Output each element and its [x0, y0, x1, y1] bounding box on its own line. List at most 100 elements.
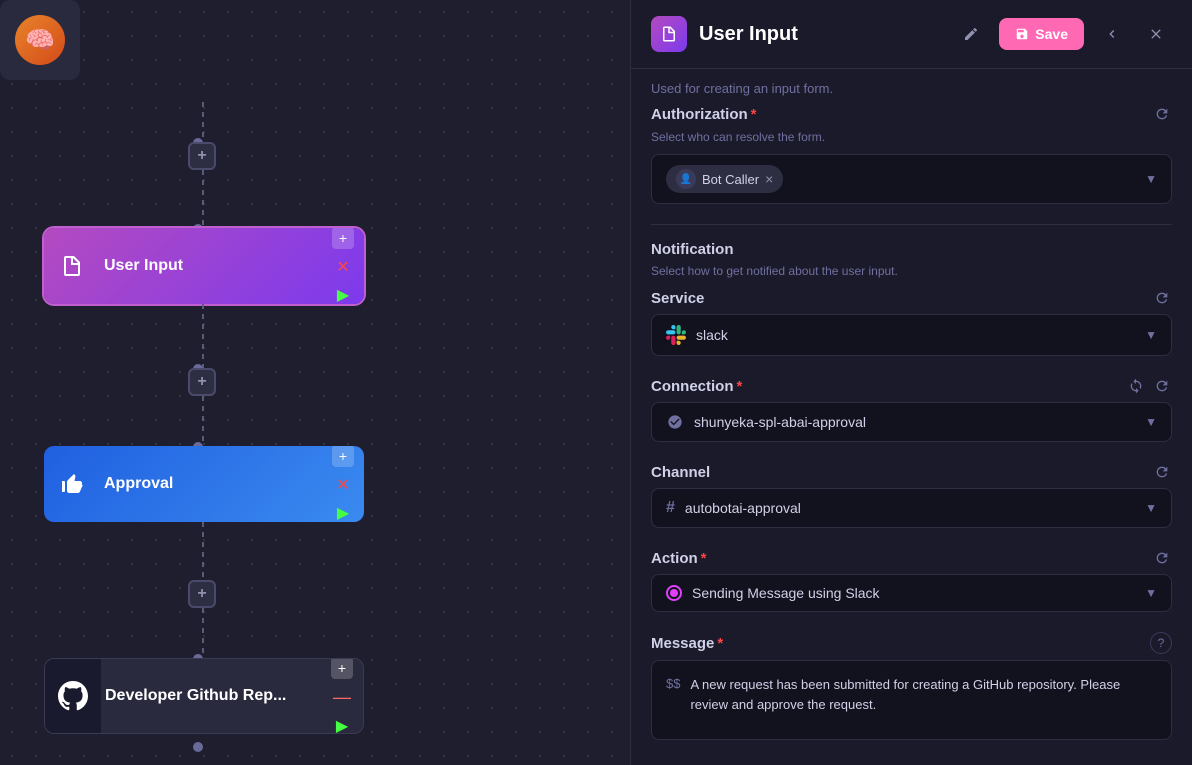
- right-panel: User Input Save Used for creating an inp…: [630, 0, 1192, 765]
- user-input-label: User Input: [100, 257, 332, 275]
- connector-6: [202, 608, 204, 658]
- connection-refresh-btn-1[interactable]: [1126, 376, 1146, 396]
- refresh-icon-2: [1154, 290, 1170, 306]
- github-add-btn[interactable]: +: [331, 658, 353, 679]
- action-select[interactable]: Sending Message using Slack ▼: [651, 574, 1172, 612]
- save-icon: [1015, 27, 1029, 41]
- connection-chevron: ▼: [1145, 415, 1157, 429]
- message-header: Message* ?: [651, 632, 1172, 654]
- panel-subtitle: Used for creating an input form.: [631, 69, 1192, 104]
- github-label: Developer Github Rep...: [101, 687, 331, 705]
- service-chevron: ▼: [1145, 328, 1157, 342]
- user-input-actions: + ✕ ▶: [332, 228, 364, 304]
- approval-actions: + ✕ ▶: [332, 446, 364, 522]
- thumbsup-icon: [60, 472, 84, 496]
- message-field[interactable]: $$ A new request has been submitted for …: [651, 660, 1172, 740]
- document-icon: [60, 254, 84, 278]
- channel-title: Channel: [651, 464, 710, 481]
- github-run-btn[interactable]: ▶: [336, 716, 348, 735]
- service-select[interactable]: slack ▼: [651, 314, 1172, 356]
- message-prefix: $$: [666, 676, 680, 691]
- github-node[interactable]: Developer Github Rep... + — ▶: [44, 658, 364, 734]
- approval-run-btn[interactable]: ▶: [337, 503, 349, 522]
- panel-document-icon: [660, 25, 678, 43]
- pencil-icon: [963, 26, 979, 42]
- add-node-btn-3[interactable]: +: [188, 580, 216, 608]
- approval-icon-box: [44, 446, 100, 522]
- action-radio-icon: [666, 585, 682, 601]
- service-title: Service: [651, 290, 704, 307]
- approval-node[interactable]: Approval + ✕ ▶: [44, 446, 364, 522]
- github-icon-box: [45, 659, 101, 733]
- connection-header: Connection*: [651, 376, 1172, 396]
- notification-section: Notification Select how to get notified …: [651, 241, 1172, 740]
- service-section: Service: [651, 288, 1172, 356]
- approval-delete-btn[interactable]: ✕: [336, 475, 349, 495]
- message-section: Message* ? $$ A new request has been sub…: [651, 632, 1172, 740]
- connection-actions: [1126, 376, 1172, 396]
- panel-title: User Input: [699, 23, 943, 46]
- bot-caller-remove-btn[interactable]: ×: [765, 171, 773, 187]
- connection-select[interactable]: shunyeka-spl-abai-approval ▼: [651, 402, 1172, 442]
- user-input-delete-btn[interactable]: ✕: [336, 257, 349, 277]
- action-refresh-btn[interactable]: [1152, 548, 1172, 568]
- connection-title: Connection*: [651, 378, 742, 395]
- add-node-btn-2[interactable]: +: [188, 368, 216, 396]
- divider-1: [651, 224, 1172, 225]
- user-input-node[interactable]: User Input + ✕ ▶: [44, 228, 364, 304]
- panel-header: User Input Save: [631, 0, 1192, 69]
- user-input-icon-box: [44, 228, 100, 304]
- connector-dot-bottom: [193, 742, 203, 752]
- authorization-chevron: ▼: [1145, 172, 1157, 186]
- approval-add-btn[interactable]: +: [332, 446, 354, 467]
- action-value: Sending Message using Slack: [692, 585, 880, 601]
- connector-1: [202, 102, 204, 142]
- hash-icon: #: [666, 499, 675, 517]
- action-header: Action*: [651, 548, 1172, 568]
- connector-2: [202, 170, 204, 228]
- close-button[interactable]: [1140, 18, 1172, 50]
- add-node-btn-1[interactable]: +: [188, 142, 216, 170]
- service-header: Service: [651, 288, 1172, 308]
- authorization-title: Authorization*: [651, 106, 757, 123]
- authorization-header: Authorization*: [651, 104, 1172, 124]
- notification-title: Notification: [651, 241, 734, 258]
- user-input-add-btn[interactable]: +: [332, 228, 354, 249]
- authorization-select[interactable]: 👤 Bot Caller × ▼: [651, 154, 1172, 204]
- channel-refresh-btn[interactable]: [1152, 462, 1172, 482]
- channel-value: autobotai-approval: [685, 500, 801, 516]
- link-icon: [667, 414, 683, 430]
- authorization-desc: Select who can resolve the form.: [651, 130, 1172, 144]
- service-refresh-btn[interactable]: [1152, 288, 1172, 308]
- close-icon: [1148, 26, 1164, 42]
- save-label: Save: [1035, 26, 1068, 42]
- channel-section: Channel # autobotai-approval ▼: [651, 462, 1172, 528]
- connection-field-icon: [666, 413, 684, 431]
- connection-value: shunyeka-spl-abai-approval: [694, 414, 866, 430]
- sync-icon: [1128, 378, 1144, 394]
- message-value: A new request has been submitted for cre…: [690, 675, 1157, 714]
- user-input-run-btn[interactable]: ▶: [337, 285, 349, 304]
- connector-3: [202, 304, 204, 368]
- authorization-refresh-btn[interactable]: [1152, 104, 1172, 124]
- channel-select[interactable]: # autobotai-approval ▼: [651, 488, 1172, 528]
- edit-button[interactable]: [955, 18, 987, 50]
- collapse-button[interactable]: [1096, 18, 1128, 50]
- canvas-panel: 🧠 + User Input + ✕ ▶ + Ap: [0, 0, 630, 765]
- refresh-icon-3: [1154, 378, 1170, 394]
- github-actions: + — ▶: [331, 658, 363, 734]
- bot-caller-icon: 👤: [676, 169, 696, 189]
- slack-icon: [666, 325, 686, 345]
- save-button[interactable]: Save: [999, 18, 1084, 50]
- message-title: Message*: [651, 635, 723, 652]
- github-delete-btn[interactable]: —: [333, 687, 351, 708]
- notification-desc: Select how to get notified about the use…: [651, 264, 1172, 278]
- brain-icon: 🧠: [15, 15, 65, 65]
- brain-node[interactable]: 🧠: [0, 0, 80, 80]
- connection-refresh-btn-2[interactable]: [1152, 376, 1172, 396]
- message-help-btn[interactable]: ?: [1150, 632, 1172, 654]
- action-chevron: ▼: [1145, 586, 1157, 600]
- action-title: Action*: [651, 550, 707, 567]
- bot-caller-tag: 👤 Bot Caller ×: [666, 165, 783, 193]
- authorization-section: Authorization* Select who can resolve th…: [651, 104, 1172, 204]
